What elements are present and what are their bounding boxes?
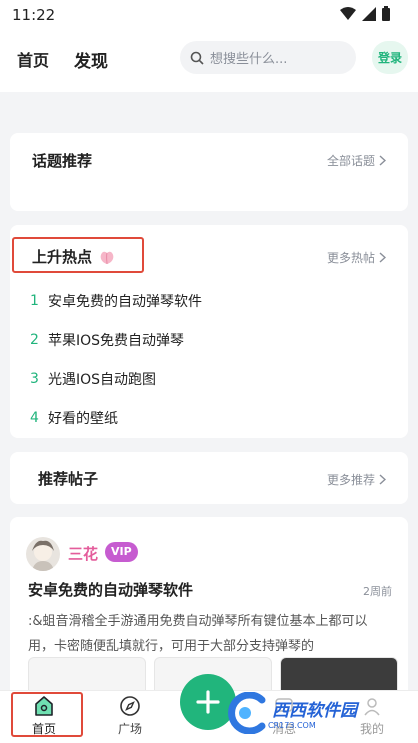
nav-square[interactable]: 广场 xyxy=(100,695,160,737)
wifi-icon xyxy=(340,6,356,20)
annotation-box xyxy=(11,692,83,737)
tab-home[interactable]: 首页 xyxy=(17,47,49,71)
watermark-logo-icon xyxy=(228,692,266,734)
chevron-right-icon xyxy=(379,474,386,485)
recommend-card: 推荐帖子 更多推荐 xyxy=(10,452,408,504)
nav-square-label: 广场 xyxy=(117,722,142,736)
hot-item-text: 苹果IOS免费自动弹琴 xyxy=(48,332,185,349)
post-title[interactable]: 安卓免费的自动弹琴软件 xyxy=(28,579,193,600)
hot-item-text: 好看的壁纸 xyxy=(48,410,118,427)
tab-discover-label: 发现 xyxy=(74,52,108,72)
hot-rank: 4 xyxy=(30,409,39,426)
chevron-right-icon xyxy=(379,155,386,166)
more-hot-posts-link[interactable]: 更多热帖 xyxy=(327,249,386,266)
login-button[interactable]: 登录 xyxy=(372,41,408,74)
tab-discover[interactable]: 发现 xyxy=(74,47,108,73)
signal-icon xyxy=(362,6,376,21)
hot-list-item[interactable]: 3 光遇IOS自动跑图 xyxy=(30,359,202,398)
more-hot-label: 更多热帖 xyxy=(326,251,375,265)
status-icons xyxy=(340,6,390,21)
annotation-box xyxy=(12,237,144,273)
avatar-image xyxy=(32,540,54,571)
search-input[interactable]: 想搜些什么... xyxy=(180,41,356,74)
all-topics-link[interactable]: 全部话题 xyxy=(327,152,386,169)
avatar[interactable] xyxy=(26,537,60,571)
search-placeholder: 想搜些什么... xyxy=(210,52,288,67)
author-name[interactable]: 三花 xyxy=(68,543,98,564)
hot-item-text: 光遇IOS自动跑图 xyxy=(48,371,157,388)
post-card[interactable]: 三花 VIP 安卓免费的自动弹琴软件 2周前 :&蛆音滑稽全手游通用免费自动弹琴… xyxy=(10,517,408,697)
vip-badge: VIP xyxy=(105,542,138,562)
watermark-text-group: 西西软件园 CR173.COM xyxy=(268,696,357,730)
more-recommend-link[interactable]: 更多推荐 xyxy=(327,471,386,488)
top-header: 首页 发现 想搜些什么... 登录 xyxy=(0,30,418,92)
post-excerpt: :&蛆音滑稽全手游通用免费自动弹琴所有键位基本上都可以用，卡密随便乱填就行，可用… xyxy=(28,614,368,654)
chevron-right-icon xyxy=(379,252,386,263)
compass-icon xyxy=(120,696,140,716)
search-icon xyxy=(190,51,204,65)
hot-rank: 3 xyxy=(30,370,39,387)
hot-item-text: 安卓免费的自动弹琴软件 xyxy=(48,293,202,310)
hot-list-item[interactable]: 4 好看的壁纸 xyxy=(30,398,202,437)
post-time: 2周前 xyxy=(363,585,392,598)
all-topics-label: 全部话题 xyxy=(326,154,375,168)
watermark: 西西软件园 CR173.COM xyxy=(222,686,398,740)
watermark-sub: CR173.COM xyxy=(268,721,316,730)
watermark-text: 西西软件园 xyxy=(272,701,357,721)
status-bar: 11:22 xyxy=(0,0,418,30)
hot-list-item[interactable]: 2 苹果IOS免费自动弹琴 xyxy=(30,320,202,359)
battery-icon xyxy=(382,6,390,21)
plus-icon xyxy=(196,690,220,714)
more-recommend-label: 更多推荐 xyxy=(326,473,375,487)
hot-rank: 2 xyxy=(30,331,39,348)
topics-title: 话题推荐 xyxy=(32,152,93,170)
recommend-title: 推荐帖子 xyxy=(38,470,99,488)
status-time: 11:22 xyxy=(12,6,56,24)
hot-list: 1 安卓免费的自动弹琴软件 2 苹果IOS免费自动弹琴 3 光遇IOS自动跑图 4 好看… xyxy=(30,281,202,437)
hot-list-item[interactable]: 1 安卓免费的自动弹琴软件 xyxy=(30,281,202,320)
topics-card: 话题推荐 全部话题 xyxy=(10,133,408,211)
hot-rank: 1 xyxy=(30,292,39,309)
